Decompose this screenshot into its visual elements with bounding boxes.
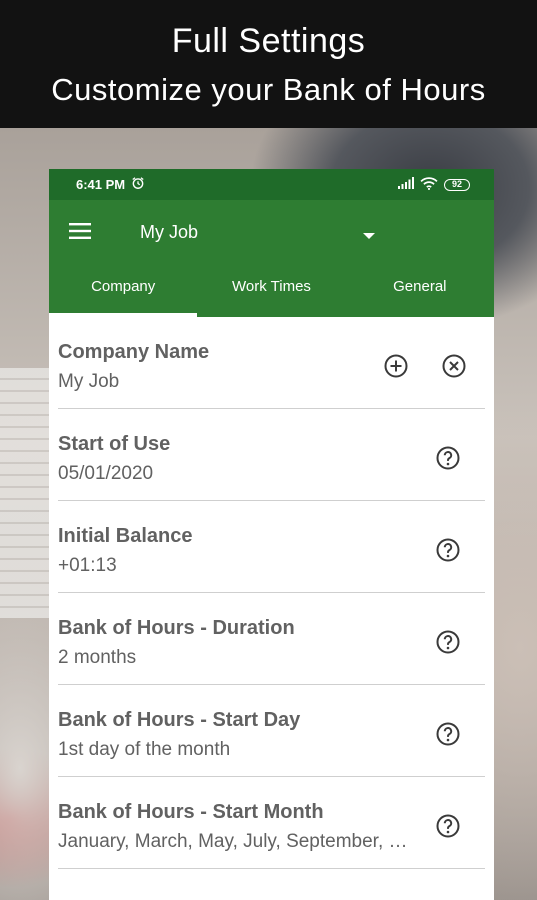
help-icon[interactable]: [435, 721, 461, 747]
setting-value: 05/01/2020: [58, 463, 154, 484]
status-bar: 6:41 PM 92: [49, 169, 494, 200]
settings-list: Company Name My Job Start of Use 05/01/2…: [49, 317, 494, 869]
setting-label: Initial Balance: [58, 525, 193, 547]
setting-value: My Job: [58, 371, 120, 392]
setting-bank-start-month[interactable]: Bank of Hours - Start Month January, Mar…: [58, 777, 485, 869]
setting-value: 2 months: [58, 647, 137, 668]
promo-header: Full Settings Customize your Bank of Hou…: [0, 0, 537, 128]
setting-label: Start of Use: [58, 433, 171, 455]
battery-icon: 92: [444, 178, 470, 191]
setting-value: +01:13: [58, 555, 117, 576]
setting-value: January, March, May, July, September, No…: [58, 831, 410, 852]
promo-title: Full Settings: [171, 22, 366, 60]
tab-work-times[interactable]: Work Times: [197, 264, 345, 317]
status-time: 6:41 PM: [76, 177, 126, 192]
help-icon[interactable]: [435, 445, 461, 471]
setting-label: Company Name: [58, 341, 210, 363]
add-icon[interactable]: [383, 353, 409, 379]
tab-general[interactable]: General: [346, 264, 494, 317]
alarm-icon: [131, 176, 145, 193]
help-icon[interactable]: [435, 537, 461, 563]
help-icon[interactable]: [435, 813, 461, 839]
tab-company[interactable]: Company: [49, 264, 198, 317]
wifi-icon: [420, 176, 438, 193]
setting-value: 1st day of the month: [58, 739, 231, 760]
phone-screen: 6:41 PM 92 My Job Company Work Times Gen…: [49, 169, 494, 900]
app-bar: My Job: [49, 200, 494, 264]
hamburger-menu-icon[interactable]: [69, 222, 91, 240]
setting-company-name[interactable]: Company Name My Job: [58, 317, 485, 409]
remove-icon[interactable]: [441, 353, 467, 379]
setting-label: Bank of Hours - Start Day: [58, 709, 301, 731]
help-icon[interactable]: [435, 629, 461, 655]
promo-subtitle: Customize your Bank of Hours: [51, 72, 486, 107]
status-icons: 92: [398, 176, 470, 193]
setting-bank-duration[interactable]: Bank of Hours - Duration 2 months: [58, 593, 485, 685]
setting-label: Bank of Hours - Duration: [58, 617, 295, 639]
setting-initial-balance[interactable]: Initial Balance +01:13: [58, 501, 485, 593]
setting-start-of-use[interactable]: Start of Use 05/01/2020: [58, 409, 485, 501]
tab-bar: Company Work Times General: [49, 264, 494, 317]
setting-bank-start-day[interactable]: Bank of Hours - Start Day 1st day of the…: [58, 685, 485, 777]
job-selector-title[interactable]: My Job: [140, 222, 198, 243]
signal-icon: [398, 177, 414, 192]
setting-label: Bank of Hours - Start Month: [58, 801, 324, 823]
dropdown-arrow-icon[interactable]: [362, 228, 376, 239]
